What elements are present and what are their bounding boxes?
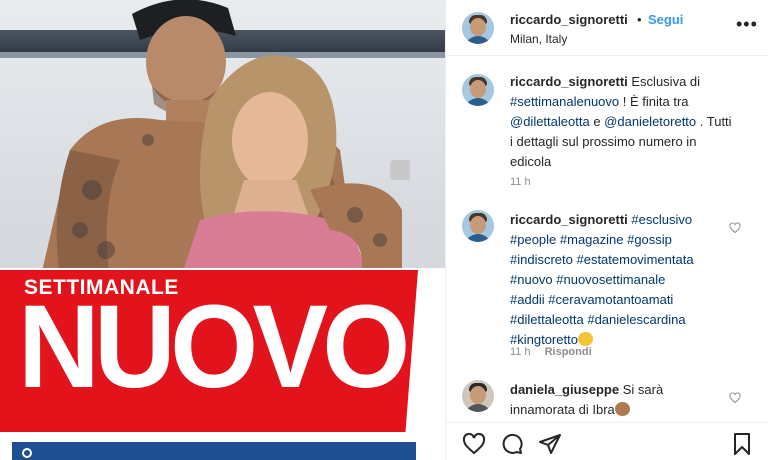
strip-dot-icon (22, 448, 32, 458)
comment-time[interactable]: 11 h (510, 346, 531, 358)
post-header: riccardo_signoretti • Segui Milan, Italy… (446, 0, 768, 56)
more-options-icon[interactable]: ••• (736, 14, 758, 35)
caption-username[interactable]: riccardo_signoretti (510, 74, 628, 89)
post-side-panel: riccardo_signoretti • Segui Milan, Italy… (446, 0, 768, 460)
comment-item: riccardo_signoretti #esclusivo #people #… (446, 202, 768, 362)
see-no-evil-monkey-emoji-icon (614, 402, 630, 416)
comment-meta: 11 h Rispondi (510, 346, 592, 358)
scream-cat-emoji-icon (577, 332, 593, 346)
mention-link[interactable]: @dilettaleotta (510, 114, 590, 129)
commenter-avatar[interactable] (462, 210, 494, 242)
hashtag-line[interactable]: #indiscreto #estatemovimentata (510, 252, 694, 267)
comment-item: daniela_giuseppe Si sarà innamorata di I… (446, 374, 768, 422)
like-heart-icon[interactable] (462, 432, 486, 456)
comment-like-heart-icon[interactable] (729, 392, 741, 404)
header-separator: • (637, 12, 642, 27)
caption-line2: ! È finita tra (619, 94, 689, 109)
caption-line4: i dettagli sul prossimo numero in (510, 134, 697, 149)
author-username[interactable]: riccardo_signoretti (510, 12, 628, 27)
masthead-logo-text: NUOVO (18, 281, 410, 413)
comment-icon[interactable] (500, 432, 524, 456)
save-bookmark-icon[interactable] (730, 432, 754, 456)
caption-text: riccardo_signoretti Esclusiva di #settim… (510, 72, 740, 172)
photo-woman (180, 55, 410, 280)
hashtag-line[interactable]: #kingtoretto (510, 332, 578, 347)
comment-line2: innamorata di Ibra (510, 402, 615, 417)
hashtag-link[interactable]: #settimanalenuovo (510, 94, 619, 109)
caption: riccardo_signoretti Esclusiva di #settim… (446, 62, 768, 202)
caption-line3-end: . Tutti (696, 114, 732, 129)
post-image[interactable]: SETTIMANALE NUOVO (0, 0, 445, 460)
caption-time[interactable]: 11 h (510, 176, 531, 188)
comment-text: daniela_giuseppe Si sarà innamorata di I… (510, 380, 740, 420)
caption-line3-mid: e (589, 114, 605, 129)
hashtag-line[interactable]: #addii #ceravamotantoamati (510, 292, 673, 307)
mention-link[interactable]: @danieletoretto (604, 114, 696, 129)
hashtag-line[interactable]: #nuovo #nuovosettimanale (510, 272, 665, 287)
commenter-avatar[interactable] (462, 380, 494, 412)
hashtag-line[interactable]: #dilettaleotta #danielescardina (510, 312, 686, 327)
hashtag-line[interactable]: #people #magazine #gossip (510, 232, 672, 247)
reply-button[interactable]: Rispondi (545, 346, 592, 358)
author-avatar[interactable] (462, 12, 494, 44)
masthead-blue-strip (12, 442, 416, 460)
follow-button[interactable]: Segui (648, 12, 683, 27)
post-actions-bar (446, 422, 768, 460)
comment-line1: Si sarà (622, 382, 664, 397)
post-location[interactable]: Milan, Italy (510, 32, 567, 46)
caption-avatar[interactable] (462, 74, 494, 106)
comment-like-heart-icon[interactable] (729, 222, 741, 234)
caption-line1: Esclusiva di (631, 74, 701, 89)
caption-line5: edicola (510, 154, 552, 169)
comment-username[interactable]: daniela_giuseppe (510, 382, 619, 397)
hashtag-link[interactable]: #esclusivo (631, 212, 692, 227)
comment-text: riccardo_signoretti #esclusivo #people #… (510, 210, 740, 350)
share-icon[interactable] (538, 432, 562, 456)
comment-username[interactable]: riccardo_signoretti (510, 212, 628, 227)
